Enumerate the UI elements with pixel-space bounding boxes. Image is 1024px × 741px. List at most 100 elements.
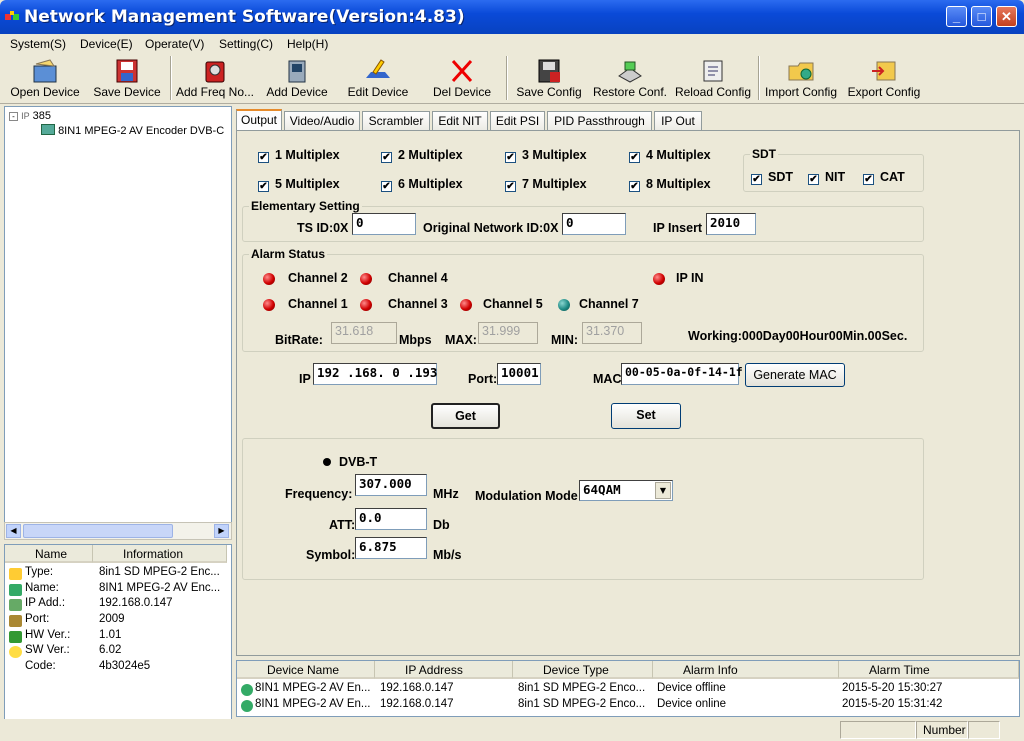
restore-conf-icon [618,61,642,83]
scroll-right-icon[interactable]: ▶ [214,524,229,538]
info-row: Port: 2009 [7,613,229,629]
info-header-name[interactable]: Name [5,545,93,563]
header-ip-address[interactable]: IP Address [375,661,513,679]
tree-root[interactable]: - IP 385 [9,110,51,122]
channel-5-led [460,299,472,311]
tab-scrambler[interactable]: Scrambler [362,111,430,130]
add-freq-icon [205,61,225,83]
original-network-id-field[interactable]: 0 [562,213,626,235]
reload-config-button[interactable]: Reload Config [674,56,752,102]
frequency-field[interactable]: 307.000 [355,474,427,496]
checkbox-cat[interactable]: ✔ CAT [863,170,905,185]
menu-system[interactable]: System(S) [10,37,66,51]
header-device-type[interactable]: Device Type [513,661,653,679]
symbol-label: Symbol: [306,548,356,562]
port-icon [9,615,22,627]
att-field[interactable]: 0.0 [355,508,427,530]
tab-output[interactable]: Output [236,109,282,131]
check-icon: ✔ [751,174,762,185]
horizontal-scrollbar[interactable]: ◀ ▶ [4,522,232,540]
chevron-down-icon[interactable]: ▼ [655,482,671,499]
toolbar-separator [758,56,760,100]
tab-ip-out[interactable]: IP Out [654,111,702,130]
check-icon: ✔ [381,152,392,163]
mac-field[interactable]: 00-05-0a-0f-14-1f [621,363,743,385]
del-device-button[interactable]: Del Device [430,56,494,102]
device-tree[interactable]: - IP 385 8IN1 MPEG-2 AV Encoder DVB-C [4,106,232,540]
ts-id-label: TS ID:0X [297,221,349,235]
edit-device-button[interactable]: Edit Device [346,56,410,102]
channel-7-led [558,299,570,311]
collapse-icon[interactable]: - [9,112,18,121]
alarm-event-table: Device Name IP Address Device Type Alarm… [236,660,1020,717]
hw-icon [9,631,22,643]
tree-device-item[interactable]: 8IN1 MPEG-2 AV Encoder DVB-C [41,124,224,137]
scroll-thumb[interactable] [23,524,173,538]
check-icon: ✔ [505,152,516,163]
tab-edit-psi[interactable]: Edit PSI [490,111,545,130]
checkbox-nit[interactable]: ✔ NIT [808,170,845,185]
menu-help[interactable]: Help(H) [287,37,328,51]
device-status-icon [241,700,253,712]
att-unit: Db [433,518,450,532]
menu-operate[interactable]: Operate(V) [145,37,204,51]
checkbox-multiplex-7[interactable]: ✔ 7 Multiplex [505,177,587,192]
restore-conf-button[interactable]: Restore Conf. [592,56,668,102]
checkbox-multiplex-5[interactable]: ✔ 5 Multiplex [258,177,340,192]
info-header-information[interactable]: Information [93,545,227,563]
header-alarm-info[interactable]: Alarm Info [653,661,839,679]
import-config-button[interactable]: Import Config [762,56,840,102]
open-device-button[interactable]: Open Device [8,56,82,102]
set-button[interactable]: Set [611,403,681,429]
add-device-button[interactable]: Add Device [264,56,330,102]
save-config-button[interactable]: Save Config [512,56,586,102]
channel-2-led [263,273,275,285]
dvbt-radio[interactable]: DVB-T [323,455,377,469]
toolbar: Open Device Save Device Add Freq No... A… [0,54,1024,104]
menu-setting[interactable]: Setting(C) [219,37,273,51]
max-field: 31.999 [478,322,538,344]
port-field[interactable]: 10001 [497,363,541,385]
checkbox-multiplex-6[interactable]: ✔ 6 Multiplex [381,177,463,192]
scroll-left-icon[interactable]: ◀ [6,524,21,538]
checkbox-multiplex-4[interactable]: ✔ 4 Multiplex [629,148,711,163]
reload-config-icon [703,60,723,82]
generate-mac-button[interactable]: Generate MAC [745,363,845,387]
ts-id-field[interactable]: 0 [352,213,416,235]
table-row[interactable]: 8IN1 MPEG-2 AV En... 192.168.0.147 8in1 SD… [237,682,1019,698]
close-button[interactable]: ✕ [996,6,1017,27]
header-alarm-time[interactable]: Alarm Time [839,661,1019,679]
symbol-field[interactable]: 6.875 [355,537,427,559]
network-icon: IP [21,111,30,121]
add-freq-button[interactable]: Add Freq No... [174,56,256,102]
ip-insert-field[interactable]: 2010 [706,213,756,235]
header-device-name[interactable]: Device Name [237,661,375,679]
checkbox-multiplex-1[interactable]: ✔ 1 Multiplex [258,148,340,163]
tab-video-audio[interactable]: Video/Audio [284,111,360,130]
tab-edit-nit[interactable]: Edit NIT [432,111,488,130]
get-button[interactable]: Get [431,403,500,429]
save-device-button[interactable]: Save Device [90,56,164,102]
device-status-icon [241,684,253,696]
checkbox-multiplex-3[interactable]: ✔ 3 Multiplex [505,148,587,163]
checkbox-multiplex-2[interactable]: ✔ 2 Multiplex [381,148,463,163]
minimize-button[interactable]: _ [946,6,967,27]
channel-5-label: Channel 5 [483,297,543,311]
output-tab-content: ✔ 1 Multiplex ✔ 2 Multiplex ✔ 3 Multiplex ✔… [236,130,1020,656]
check-icon: ✔ [808,174,819,185]
maximize-button[interactable]: □ [971,6,992,27]
title-bar[interactable]: Network Management Software(Version:4.83… [0,0,1024,34]
menu-device[interactable]: Device(E) [80,37,133,51]
export-config-button[interactable]: Export Config [846,56,922,102]
checkbox-sdt[interactable]: ✔ SDT [751,170,793,185]
info-row: HW Ver.: 1.01 [7,629,229,645]
ip-insert-label: IP Insert [653,221,703,235]
modulation-mode-select[interactable]: 64QAM ▼ [579,480,673,501]
info-row: Code: 4b3024e5 [25,660,151,672]
table-row[interactable]: 8IN1 MPEG-2 AV En... 192.168.0.147 8in1 SD… [237,698,1019,714]
modulation-mode-label: Modulation Mode [475,489,578,503]
checkbox-multiplex-8[interactable]: ✔ 8 Multiplex [629,177,711,192]
channel-1-label: Channel 1 [288,297,348,311]
ip-address-field[interactable]: 192 .168. 0 .193 [313,363,437,385]
tab-pid-passthrough[interactable]: PID Passthrough [547,111,652,130]
